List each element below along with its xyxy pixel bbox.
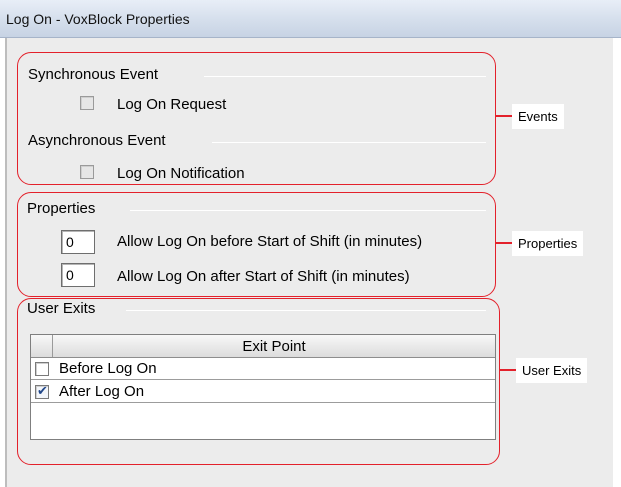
user-exits-callout-box [17, 298, 500, 465]
right-margin [613, 38, 621, 487]
properties-window: Log On - VoxBlock Properties Synchronous… [0, 0, 621, 487]
title-bar: Log On - VoxBlock Properties [0, 0, 621, 38]
properties-callout-leader [496, 242, 512, 244]
properties-callout-tag: Properties [512, 231, 584, 256]
events-callout-box [17, 52, 496, 185]
events-callout-tag: Events [512, 104, 564, 129]
user-exits-callout-leader [500, 369, 516, 371]
properties-callout-box [17, 192, 496, 297]
events-callout-leader [496, 115, 512, 117]
window-title: Log On - VoxBlock Properties [6, 11, 190, 27]
user-exits-callout-tag: User Exits [516, 358, 588, 383]
